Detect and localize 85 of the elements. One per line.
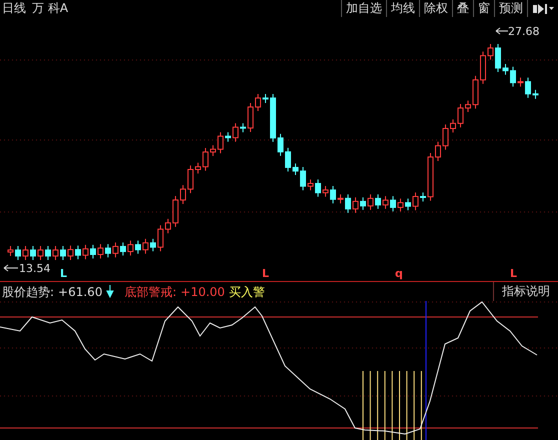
candlestick [405, 198, 411, 211]
candlestick [142, 238, 148, 254]
candlestick [308, 178, 314, 191]
candlestick [292, 162, 298, 176]
candlestick [285, 147, 291, 172]
signal-marker: q [395, 267, 403, 280]
down-arrow-icon [106, 285, 114, 298]
candlestick [82, 244, 88, 260]
candlestick [315, 178, 321, 198]
candlestick [270, 94, 276, 142]
candlestick [442, 124, 448, 150]
candlestick [30, 246, 36, 260]
candlestick [390, 196, 396, 212]
candlestick [248, 102, 254, 132]
candlestick [180, 184, 186, 204]
candlestick [518, 77, 524, 88]
candlestick [188, 165, 194, 194]
candlestick [255, 94, 261, 112]
candlestick [428, 152, 434, 202]
candlestick [150, 238, 156, 252]
candlestick [398, 198, 404, 212]
candlestick [412, 192, 418, 211]
indicator-value: +61.60 [58, 284, 102, 300]
candlestick [202, 148, 208, 172]
candlestick [240, 122, 246, 133]
candlestick [502, 64, 508, 76]
candlestick [22, 246, 28, 260]
candlestick [172, 196, 178, 228]
candlestick [465, 100, 471, 112]
candlestick [360, 196, 366, 210]
period-label: 日线 [2, 0, 26, 17]
candlestick [8, 246, 14, 256]
candlestick [525, 77, 531, 98]
candlestick [472, 75, 478, 110]
candlestick [120, 242, 126, 256]
candlestick [480, 51, 486, 84]
candlestick [52, 246, 58, 260]
signal-marker: L [60, 267, 68, 280]
candlestick [262, 94, 268, 104]
candlestick [382, 196, 388, 210]
candlestick [98, 244, 104, 259]
candlestick [488, 44, 494, 60]
stock-name: 万 科A [32, 0, 68, 17]
signal-marker: L [262, 267, 270, 280]
candlestick [330, 185, 336, 204]
candlestick [368, 194, 374, 210]
candlestick [225, 132, 231, 142]
candlestick [135, 240, 141, 254]
candlestick [158, 224, 164, 252]
candlestick [68, 245, 74, 260]
candlestick [435, 141, 441, 162]
candlestick [345, 194, 351, 214]
candlestick [338, 194, 344, 204]
candlestick [232, 122, 238, 142]
buy-signal-bars [362, 370, 422, 440]
alert-value: +10.00 [180, 284, 225, 300]
candlestick [90, 244, 96, 259]
candlestick [112, 242, 118, 258]
candlestick [218, 132, 224, 154]
candlestick [420, 192, 426, 202]
skip-end-icon [532, 2, 554, 15]
indicator-label: 股价趋势: [2, 284, 54, 300]
candlestick [128, 240, 134, 256]
candlestick [495, 44, 501, 73]
candlestick [300, 166, 306, 191]
candlestick [322, 185, 328, 198]
alert-label: 底部警戒: [124, 284, 177, 300]
candlestick [458, 104, 464, 128]
buy-alert-label: 买入警 [228, 284, 265, 300]
candlestick [15, 246, 21, 260]
candlestick [532, 89, 538, 100]
candlestick [165, 218, 171, 234]
candlestick [75, 245, 81, 260]
candlestick [38, 246, 44, 260]
candlestick [375, 194, 381, 210]
candlestick [195, 162, 201, 174]
candlestick [352, 196, 358, 214]
signal-marker: L [510, 267, 518, 280]
candlestick [278, 133, 284, 156]
candlestick [510, 66, 516, 88]
candlestick [210, 144, 216, 156]
candlestick [45, 246, 51, 260]
candlestick [105, 244, 111, 258]
candlestick [450, 118, 456, 133]
candlestick [60, 246, 66, 260]
